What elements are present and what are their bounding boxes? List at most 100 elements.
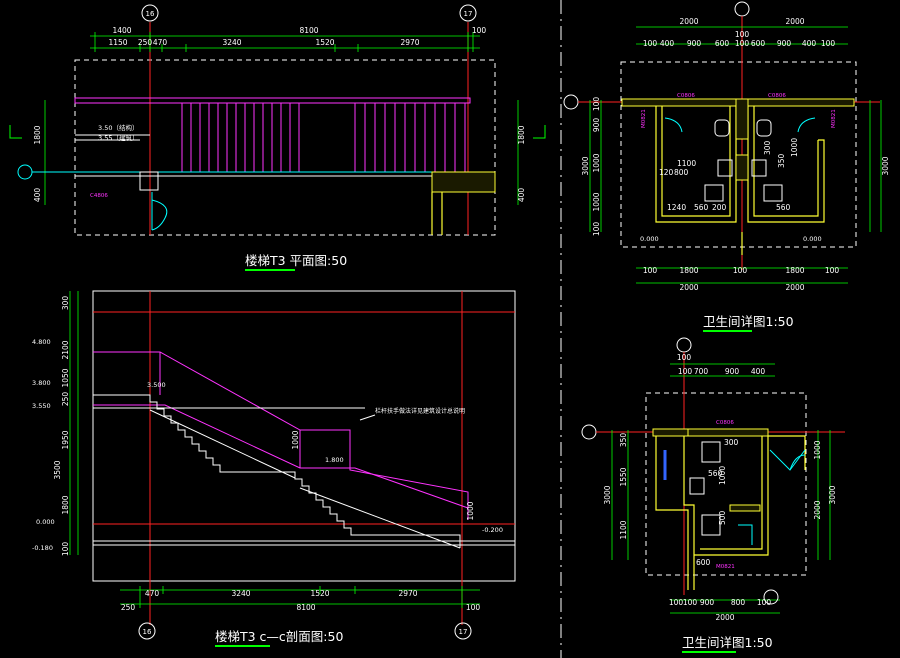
dim-top-part-2: 470 xyxy=(153,38,168,47)
plan-tag-c: C4806 xyxy=(90,193,108,199)
toilet2-dim-bottom-part-3: 800 xyxy=(731,598,746,607)
toilet1-title: 卫生间详图1:50 xyxy=(703,314,794,329)
toilet2-dim-top-small: 100 xyxy=(677,353,692,362)
section-level-3: 0.000 xyxy=(36,518,55,526)
toilet-detail-1: 2000 2000 100 100 400 900 600 100 600 90… xyxy=(563,1,890,332)
toilet1-dim-right-outer: 3000 xyxy=(881,156,890,175)
toilet2-dim-top-part-0: 100 xyxy=(678,367,693,376)
toilet2-dim-right-outer: 3000 xyxy=(828,485,837,504)
toilet1-level-0: 0.000 xyxy=(640,235,659,243)
section-level-2: 3.550 xyxy=(32,402,51,410)
section-dim-mid-1: 1000 xyxy=(466,501,475,520)
toilet1-dim-bottom-part-3: 1800 xyxy=(785,266,804,275)
dim-top-total-0: 1400 xyxy=(112,26,131,35)
section-dim-bottom-part-2: 1520 xyxy=(310,589,329,598)
toilet2-dim-fixture: 300 xyxy=(724,438,739,447)
toilet2-dim-right-part-1: 2000 xyxy=(813,500,822,519)
toilet2-dim-inner-3: 500 xyxy=(718,510,727,525)
toilet1-dim-side-part-0: 100 xyxy=(592,97,601,112)
section-level-1: 3.800 xyxy=(32,379,51,387)
section-marker-right xyxy=(533,125,546,139)
toilet1-dim-inner-7: 1000 xyxy=(790,138,799,157)
toilet1-basin-right xyxy=(756,119,772,137)
toilet1-dim-side-part-4: 100 xyxy=(592,222,601,237)
toilet1-dim-inner-9: 350 xyxy=(777,153,786,168)
toilet2-basin xyxy=(701,441,721,463)
dim-top-total-1: 8100 xyxy=(299,26,318,35)
section-axis-label-16: 16 xyxy=(143,628,152,636)
stair-plan: 16 17 1400 8100 100 1150 250 470 3240 15… xyxy=(9,4,546,271)
section-dim-left-2: 1050 xyxy=(61,368,70,387)
plan-level-b: 3.55（建筑） xyxy=(98,133,138,142)
toilet1-tag-0: C0806 xyxy=(677,93,695,99)
cad-drawing-canvas: 16 17 1400 8100 100 1150 250 470 3240 15… xyxy=(9,0,890,658)
toilet1-dim-top-part-6: 900 xyxy=(777,39,792,48)
section-dim-mid-0: 1000 xyxy=(291,430,300,449)
toilet2-dim-bottom-part-2: 900 xyxy=(700,598,715,607)
section-dim-left-5: 3500 xyxy=(53,460,62,479)
toilet1-dim-top-part-3: 600 xyxy=(715,39,730,48)
section-marker-left xyxy=(9,125,22,139)
plan-dim-left-0: 1800 xyxy=(33,125,42,144)
toilet1-dim-bottom-part-0: 100 xyxy=(643,266,658,275)
toilet1-dim-inner-4: 560 xyxy=(694,203,709,212)
dim-top-part-0: 1150 xyxy=(108,38,127,47)
toilet2-dim-left-outer: 3000 xyxy=(603,485,612,504)
toilet2-dim-bottom-total: 2000 xyxy=(715,613,734,622)
toilet1-dim-inner-8: 300 xyxy=(763,140,772,155)
section-dim-left-4: 1950 xyxy=(61,430,70,449)
section-dim-left-6: 1800 xyxy=(61,495,70,514)
toilet1-dim-bottom-part-1: 1800 xyxy=(679,266,698,275)
toilet1-level-1: 0.000 xyxy=(803,235,822,243)
section-frame xyxy=(92,290,516,582)
toilet1-dim-inner-2: 800 xyxy=(674,168,689,177)
toilet1-basin-left xyxy=(714,119,730,137)
toilet1-dim-top-part-1: 400 xyxy=(660,39,675,48)
section-dim-left-3: 250 xyxy=(61,392,70,407)
toilet1-dim-side-part-2: 1000 xyxy=(592,153,601,172)
section-steps xyxy=(93,394,461,548)
toilet2-dim-left-part-2: 1100 xyxy=(619,520,628,539)
section-level-mid: 1.800 xyxy=(325,456,344,464)
section-dim-left-7: 100 xyxy=(61,542,70,557)
dim-top-part-5: 2970 xyxy=(400,38,419,47)
section-dim-bottom-part-1: 3240 xyxy=(231,589,250,598)
section-note: 栏杆扶手做法详见建筑设计总说明 xyxy=(375,407,465,415)
toilet2-dim-top-part-3: 400 xyxy=(751,367,766,376)
toilet2-dim-inner-2: 600 xyxy=(696,558,711,567)
toilet2-title: 卫生间详图1:50 xyxy=(682,635,773,650)
plan-title: 楼梯T3 平面图:50 xyxy=(245,253,347,268)
toilet1-dim-left-outer: 3000 xyxy=(581,156,590,175)
toilet1-dim-top-small: 100 xyxy=(735,30,750,39)
plan-dim-right-1: 400 xyxy=(517,188,526,203)
toilet2-dim-bottom-part-0: 100 xyxy=(669,598,684,607)
section-level-landing: 3.500 xyxy=(147,381,166,389)
section-level-floor: -0.200 xyxy=(482,526,503,534)
toilet2-tag-0: C0806 xyxy=(716,420,734,426)
toilet2-dim-bottom-part-1: 100 xyxy=(683,598,698,607)
plan-column xyxy=(139,171,159,191)
dim-top-part-1: 250 xyxy=(138,38,153,47)
toilet1-dim-top-part-0: 100 xyxy=(643,39,658,48)
plan-dim-left-1: 400 xyxy=(33,188,42,203)
section-axis-label-17: 17 xyxy=(459,628,468,636)
toilet1-dim-top-part-4: 100 xyxy=(735,39,750,48)
toilet2-dim-right-part-0: 1000 xyxy=(813,440,822,459)
dim-top-part-4: 1520 xyxy=(315,38,334,47)
section-level-4: -0.180 xyxy=(32,544,53,552)
toilet1-tag-1: C0806 xyxy=(768,93,786,99)
toilet1-dim-top-part-8: 100 xyxy=(821,39,836,48)
plan-axis-bubble-c xyxy=(17,164,33,180)
toilet1-tag-2: M0821 xyxy=(641,109,647,128)
plan-dim-right-0: 1800 xyxy=(517,125,526,144)
toilet2-dim-top-part-2: 900 xyxy=(725,367,740,376)
section-title: 楼梯T3 c—c剖面图:50 xyxy=(215,629,343,644)
plan-treads xyxy=(181,103,466,172)
toilet2-dim-left-part-1: 1550 xyxy=(619,467,628,486)
section-rail-upper xyxy=(93,351,469,520)
toilet1-dim-top-total-1: 2000 xyxy=(785,17,804,26)
axis-label-17: 17 xyxy=(464,10,473,18)
dim-top-part-3: 3240 xyxy=(222,38,241,47)
section-dim-bottom-part-3: 2970 xyxy=(398,589,417,598)
section-rail-lower xyxy=(93,404,469,509)
